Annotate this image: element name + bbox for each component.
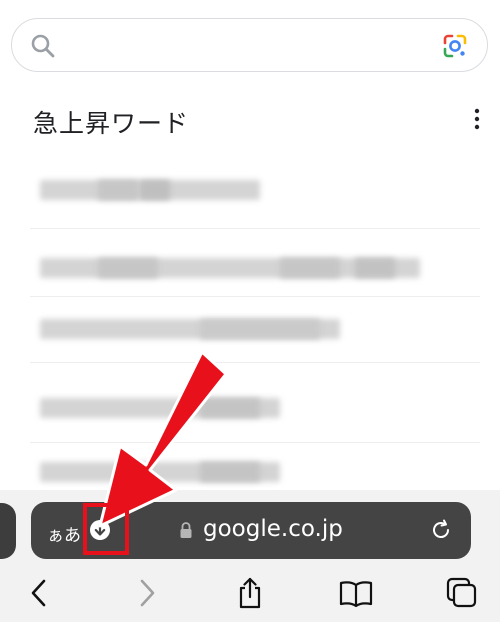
list-item[interactable] [0, 394, 500, 424]
url-text[interactable]: google.co.jp [203, 516, 343, 542]
reload-icon[interactable] [429, 518, 453, 542]
list-item[interactable] [0, 458, 500, 488]
list-item[interactable] [0, 176, 500, 206]
address-bar[interactable]: ぁあ google.co.jp [31, 502, 471, 559]
download-icon[interactable] [89, 519, 111, 541]
search-bar[interactable] [11, 18, 488, 72]
browser-page: 急上昇ワード ぁあ google.co.jp [0, 0, 500, 622]
chevron-right-icon[interactable] [132, 576, 162, 610]
divider [30, 362, 480, 363]
list-item[interactable] [0, 315, 500, 345]
chevron-left-icon[interactable] [24, 576, 54, 610]
divider [30, 228, 480, 229]
search-icon [31, 34, 55, 58]
page-menu-button[interactable]: ぁあ [47, 521, 81, 546]
list-item[interactable] [0, 254, 500, 284]
book-icon[interactable] [338, 576, 374, 610]
previous-tab-pill[interactable] [0, 503, 16, 559]
divider [30, 442, 480, 443]
divider [30, 296, 480, 297]
google-lens-icon[interactable] [441, 32, 469, 60]
share-icon[interactable] [235, 576, 265, 610]
more-vertical-icon[interactable] [469, 106, 485, 132]
trending-title: 急上昇ワード [33, 109, 190, 138]
lock-icon [180, 522, 192, 538]
tabs-icon[interactable] [445, 576, 479, 610]
